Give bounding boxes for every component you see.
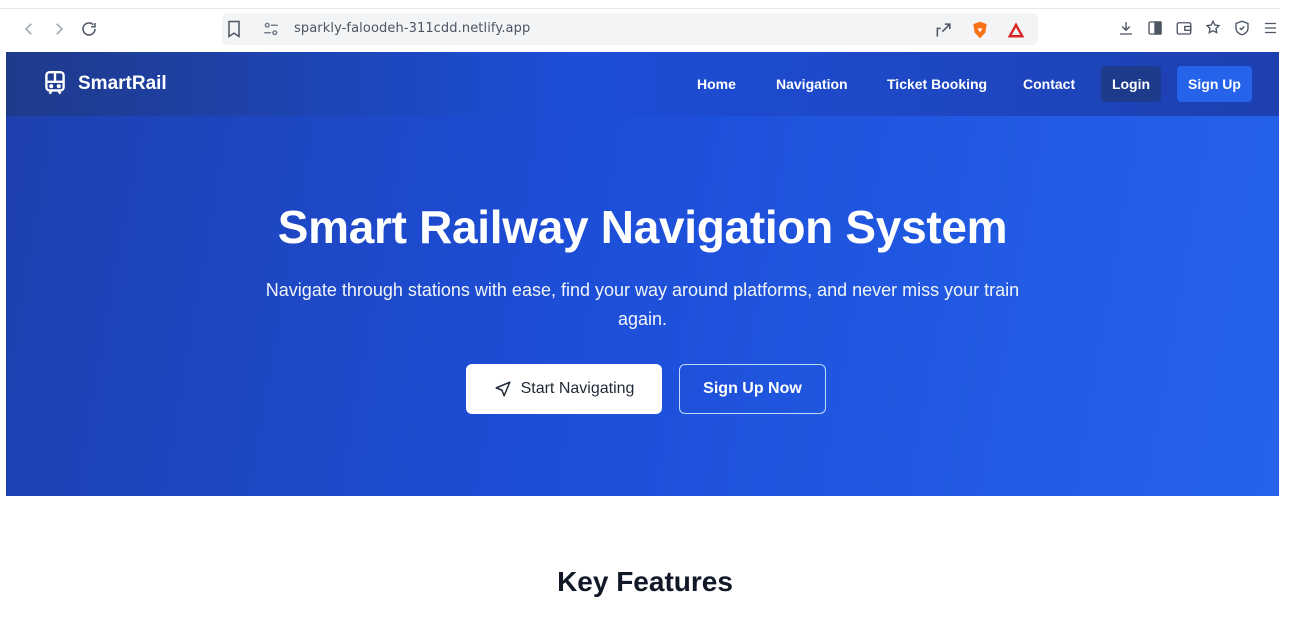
wallet-icon[interactable] [1175,19,1195,39]
url-text[interactable]: sparkly-faloodeh-311cdd.netlify.app [294,21,530,36]
start-navigating-label: Start Navigating [520,380,635,397]
brave-shield-icon[interactable] [970,20,990,40]
leo-ai-icon[interactable] [1204,19,1224,39]
nav-link-contact[interactable]: Contact [1023,76,1075,92]
menu-icon[interactable] [1262,19,1276,39]
hero-subtitle: Navigate through stations with ease, fin… [265,280,1020,329]
start-navigating-button[interactable]: Start Navigating [466,364,662,414]
site-settings-icon[interactable] [262,20,280,38]
brand-name: SmartRail [78,73,167,94]
login-button[interactable]: Login [1101,66,1161,102]
reload-icon[interactable] [78,18,100,40]
share-icon[interactable] [934,20,954,40]
navigation-arrow-icon [495,381,511,397]
hero-title: Smart Railway Navigation System [277,201,1008,253]
nav-link-home[interactable]: Home [697,76,736,92]
address-bar[interactable]: sparkly-faloodeh-311cdd.netlify.app [222,13,1038,45]
download-icon[interactable] [1117,19,1137,39]
key-features-heading: Key Features [557,566,733,597]
bookmark-icon[interactable] [224,19,244,39]
hero-section: Smart Railway Navigation System Navigate… [6,116,1279,496]
brave-rewards-icon[interactable] [1006,20,1026,40]
nav-link-ticket-booking[interactable]: Ticket Booking [887,76,987,92]
vpn-shield-icon[interactable] [1233,19,1253,39]
nav-link-navigation[interactable]: Navigation [776,76,848,92]
forward-icon[interactable] [48,18,70,40]
browser-toolbar: sparkly-faloodeh-311cdd.netlify.app [0,0,1297,50]
sign-up-now-button[interactable]: Sign Up Now [679,364,826,414]
sidebar-icon[interactable] [1146,19,1166,39]
brand-logo[interactable]: SmartRail [42,70,167,98]
site-header: SmartRail Home Navigation Ticket Booking… [6,52,1279,116]
signup-button[interactable]: Sign Up [1177,66,1252,102]
back-icon[interactable] [18,18,40,40]
train-icon [45,70,65,95]
toolbar-divider [0,8,1280,9]
